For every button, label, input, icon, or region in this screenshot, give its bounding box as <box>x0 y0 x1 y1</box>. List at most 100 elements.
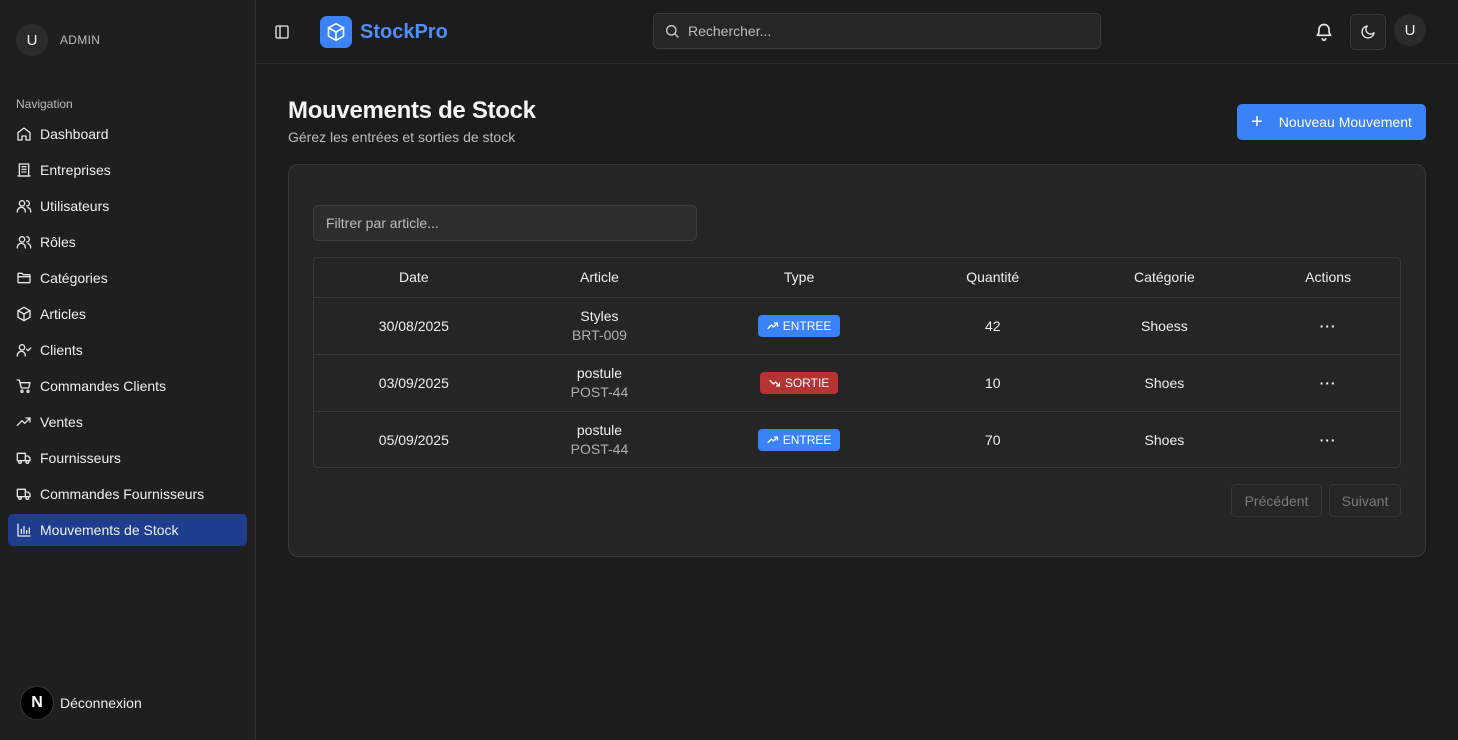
next-page-button[interactable]: Suivant <box>1329 484 1401 517</box>
sidebar-item-label: Commandes Clients <box>40 378 167 394</box>
table-row: 03/09/2025 postule POST-44 SORTIE 10 Sho… <box>314 354 1400 412</box>
plus-icon: + <box>1251 111 1263 133</box>
sidebar-item-label: Clients <box>40 342 83 358</box>
search-icon <box>666 25 679 38</box>
trending-up-icon <box>16 417 31 426</box>
users-icon <box>16 200 32 213</box>
cell-actions: ··· <box>1256 354 1400 412</box>
sidebar-item-ventes[interactable]: Ventes <box>8 406 247 438</box>
folder-icon <box>17 272 31 284</box>
sidebar-item-label: Catégories <box>40 270 108 286</box>
sidebar-toggle-icon[interactable] <box>274 24 290 40</box>
article-name: Styles <box>580 308 619 324</box>
theme-toggle-button[interactable] <box>1350 14 1386 50</box>
type-badge: ENTREE <box>757 428 841 451</box>
article-name: postule <box>576 365 623 381</box>
table-header-row: Date Article Type Quantité Catégorie Act… <box>314 258 1400 298</box>
cell-quantite: 70 <box>984 431 1001 448</box>
sidebar-item-label: Articles <box>40 306 86 322</box>
logout-label: Déconnexion <box>60 695 142 711</box>
brand-name: StockPro <box>360 20 448 43</box>
cell-categorie: Shoes <box>1144 431 1185 448</box>
sidebar-item-label: Entreprises <box>40 162 111 178</box>
sidebar-item-label: Ventes <box>40 414 83 430</box>
type-badge: ENTREE <box>757 314 841 337</box>
sidebar-item-label: Rôles <box>40 234 76 250</box>
cell-actions: ··· <box>1256 411 1400 467</box>
sidebar-item-categories[interactable]: Catégories <box>8 262 247 294</box>
sidebar-item-commandes-fournisseurs[interactable]: Commandes Fournisseurs <box>8 478 247 510</box>
type-label: ENTREE <box>782 432 832 447</box>
box-icon <box>320 16 352 48</box>
cell-quantite: 42 <box>912 297 1073 355</box>
avatar[interactable]: U <box>16 24 48 56</box>
trending-down-icon <box>769 379 780 387</box>
sidebar-item-label: Fournisseurs <box>40 450 121 466</box>
cell-article: Styles BRT-009 <box>513 297 686 355</box>
article-code: POST-44 <box>570 384 629 400</box>
cart-icon <box>16 379 31 393</box>
cell-article: postule POST-44 <box>513 354 686 412</box>
users-icon <box>16 236 32 249</box>
cell-date: 05/09/2025 <box>378 431 449 448</box>
bar-chart-icon <box>17 523 31 537</box>
sidebar-item-dashboard[interactable]: Dashboard <box>8 118 247 150</box>
column-header-type: Type <box>685 258 913 298</box>
sidebar-item-label: Mouvements de Stock <box>40 522 179 538</box>
page-subtitle: Gérez les entrées et sorties de stock <box>288 129 516 145</box>
column-header-categorie: Catégorie <box>1072 258 1257 298</box>
cell-actions: ··· <box>1256 297 1400 355</box>
more-actions-icon[interactable]: ··· <box>1320 375 1337 391</box>
cell-type: SORTIE <box>685 354 913 412</box>
new-movement-label: Nouveau Mouvement <box>1278 114 1412 130</box>
bell-icon[interactable] <box>1314 22 1334 42</box>
more-actions-icon[interactable]: ··· <box>1320 318 1337 334</box>
user-role: ADMIN <box>60 33 101 47</box>
cell-article: postule POST-44 <box>514 411 686 467</box>
sidebar-user: U ADMIN <box>16 24 100 56</box>
cell-date: 03/09/2025 <box>314 354 514 412</box>
column-header-quantite: Quantité <box>912 258 1073 298</box>
table-row: 05/09/2025 postule POST-44 ENTREE 70 Sho… <box>314 411 1400 467</box>
avatar[interactable]: U <box>1394 14 1426 46</box>
type-label: SORTIE <box>784 375 830 390</box>
nav-section-label: Navigation <box>16 97 73 111</box>
user-check-icon <box>16 344 32 357</box>
filter-input[interactable] <box>326 215 686 231</box>
filter-box[interactable] <box>313 205 697 241</box>
sidebar-item-fournisseurs[interactable]: Fournisseurs <box>8 442 247 474</box>
sidebar-item-commandes-clients[interactable]: Commandes Clients <box>8 370 247 402</box>
cell-categorie: Shoess <box>1072 297 1257 355</box>
previous-page-button[interactable]: Précédent <box>1231 484 1322 517</box>
new-movement-button[interactable]: + Nouveau Mouvement <box>1237 104 1426 140</box>
sidebar-item-roles[interactable]: Rôles <box>8 226 247 258</box>
type-badge: SORTIE <box>759 371 839 394</box>
logout-button[interactable]: N Déconnexion <box>20 686 142 720</box>
brand[interactable]: StockPro <box>320 16 448 48</box>
table-row: 30/08/2025 Styles BRT-009 ENTREE 42 Shoe… <box>314 297 1400 355</box>
more-actions-icon[interactable]: ··· <box>1320 432 1337 448</box>
sidebar-item-mouvements-de-stock[interactable]: Mouvements de Stock <box>8 514 247 546</box>
top-header: StockPro U <box>256 0 1458 64</box>
cell-date: 30/08/2025 <box>314 297 514 355</box>
sidebar-item-utilisateurs[interactable]: Utilisateurs <box>8 190 247 222</box>
column-header-date: Date <box>314 258 514 298</box>
column-header-article: Article <box>513 258 686 298</box>
box-icon <box>17 306 31 322</box>
sidebar-item-clients[interactable]: Clients <box>8 334 247 366</box>
logout-avatar: N <box>20 686 54 720</box>
movements-table: Date Article Type Quantité Catégorie Act… <box>313 257 1401 468</box>
search-input[interactable] <box>688 23 1088 39</box>
sidebar: U ADMIN Navigation Dashboard Entreprises… <box>0 0 256 740</box>
sidebar-item-entreprises[interactable]: Entreprises <box>8 154 247 186</box>
sidebar-item-articles[interactable]: Articles <box>8 298 247 330</box>
type-label: ENTREE <box>782 318 832 333</box>
home-icon <box>17 127 31 141</box>
search-box[interactable] <box>653 13 1101 49</box>
page-title: Mouvements de Stock <box>288 97 536 124</box>
truck-icon <box>16 452 31 464</box>
trending-up-icon <box>767 321 778 329</box>
cell-type: ENTREE <box>685 411 913 467</box>
cell-quantite: 10 <box>912 354 1073 412</box>
sidebar-item-label: Dashboard <box>40 126 109 142</box>
